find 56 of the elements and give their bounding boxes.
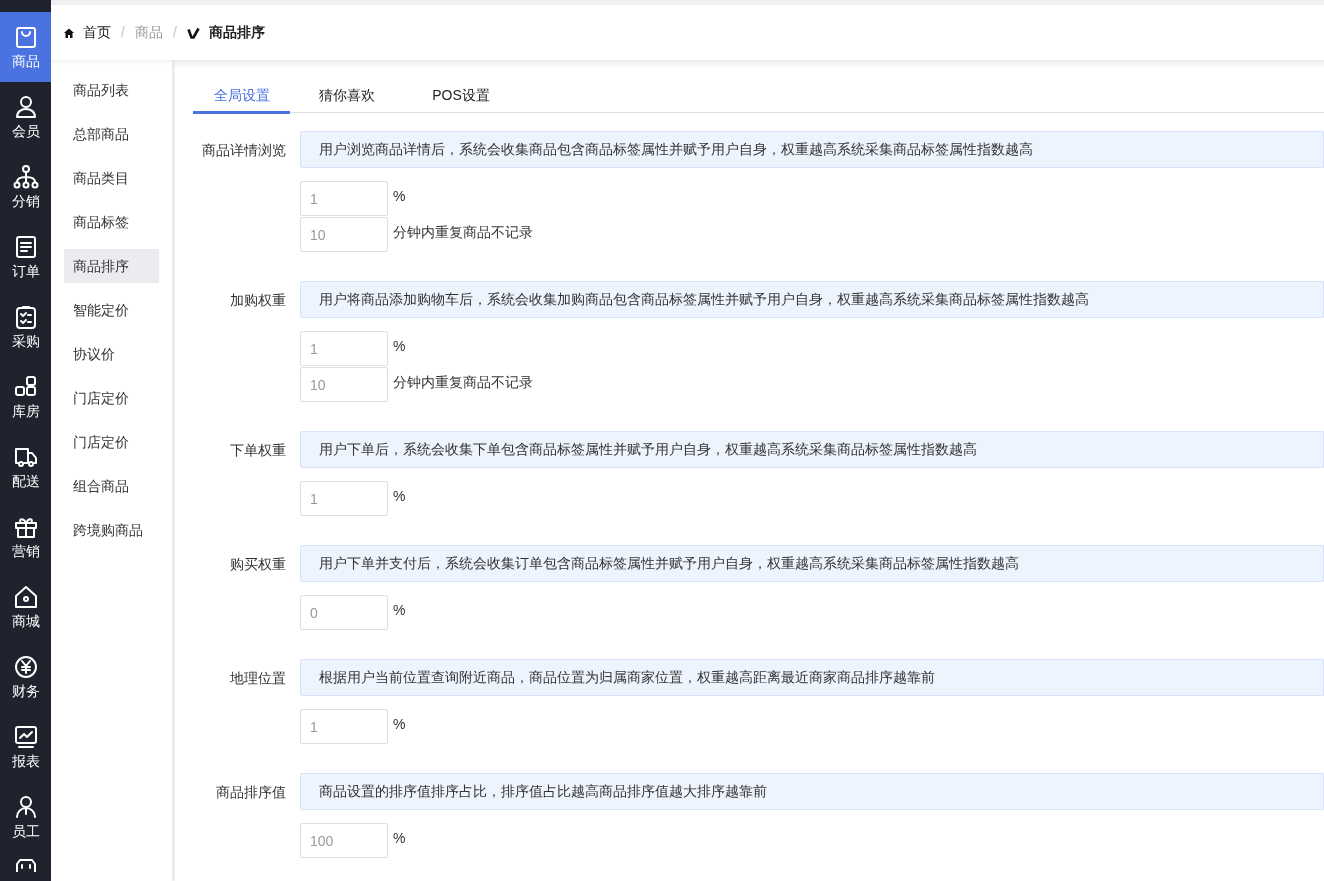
setting-label: 下单权重 — [229, 441, 287, 460]
unit-label: 分钟内重复商品不记录 — [393, 223, 533, 242]
nav-rail-item[interactable]: 员工 — [0, 782, 51, 852]
setting-label: 商品详情浏览 — [201, 141, 287, 160]
sub-nav-item[interactable]: 商品列表 — [64, 73, 159, 107]
unit-label: % — [393, 337, 406, 356]
nav-rail-item[interactable]: 商城 — [0, 572, 51, 642]
description-box: 用户将商品添加购物车后，系统会收集加购商品包含商品标签属性并赋予用户自身，权重越高系统采集商品标签属性指数越高 — [300, 281, 1324, 318]
tab[interactable]: 全局设置 — [193, 83, 290, 114]
unit-label: % — [393, 187, 406, 206]
home-icon — [63, 26, 75, 39]
nav-rail-item[interactable]: 财务 — [0, 642, 51, 712]
sub-nav-item[interactable]: 组合商品 — [64, 469, 159, 503]
breadcrumb-link[interactable]: 首页 — [83, 22, 111, 43]
breadcrumb-separator: / — [172, 23, 177, 42]
sub-nav-item[interactable]: 智能定价 — [64, 293, 159, 327]
nav-rail-item[interactable]: 采购 — [0, 292, 51, 362]
sub-nav-item[interactable]: 商品类目 — [64, 161, 159, 195]
nav-rail-item[interactable]: 会员 — [0, 82, 51, 152]
description-box: 根据用户当前位置查询附近商品，商品位置为归属商家位置，权重越高距离最近商家商品排序越靠前 — [300, 659, 1324, 696]
unit-label: % — [393, 715, 406, 734]
hierarchy-icon — [12, 164, 39, 190]
unit-label: % — [393, 601, 406, 620]
nav-rail-item[interactable]: 营销 — [0, 502, 51, 572]
setting-label: 地理位置 — [229, 669, 287, 688]
unit-label: % — [393, 829, 406, 848]
unit-label: 分钟内重复商品不记录 — [393, 373, 533, 392]
nav-rail-item[interactable]: 配送 — [0, 432, 51, 502]
setting-label: 加购权重 — [229, 291, 287, 310]
description-box: 商品设置的排序值排序占比，排序值占比越高商品排序值越大排序越靠前 — [300, 773, 1324, 810]
sub-nav-item[interactable]: 商品排序 — [64, 249, 159, 283]
setting-label: 购买权重 — [229, 555, 287, 574]
setting-label: 商品排序值 — [215, 783, 287, 802]
nav-rail-item[interactable]: 报表 — [0, 712, 51, 782]
description-box: 用户下单后，系统会收集下单包含商品标签属性并赋予用户自身，权重越高系统采集商品标签属性指数越高 — [300, 431, 1324, 468]
nav-rail-item[interactable]: 分销 — [0, 152, 51, 222]
breadcrumb-link[interactable]: 商品排序 — [208, 22, 265, 43]
sub-nav-item[interactable]: 协议价 — [64, 337, 159, 371]
chevron-icon — [186, 26, 201, 39]
sub-nav-item[interactable]: 商品标签 — [64, 205, 159, 239]
tab[interactable]: POS设置 — [404, 83, 518, 114]
sub-nav-item[interactable]: 总部商品 — [64, 117, 159, 151]
sub-nav-item[interactable]: 跨境购商品 — [64, 513, 159, 547]
unit-label: % — [393, 487, 406, 506]
house-icon — [12, 584, 39, 610]
description-box: 用户下单并支付后，系统会收集订单包含商品标签属性并赋予用户自身，权重越高系统采集商品标签属性指数越高 — [300, 545, 1324, 582]
nav-rail-item[interactable]: 库房 — [0, 362, 51, 432]
description-box: 用户浏览商品详情后，系统会收集商品包含商品标签属性并赋予用户自身，权重越高系统采集商品标签属性指数越高 — [300, 131, 1324, 168]
nav-rail-item[interactable]: 商品 — [0, 12, 51, 82]
tab[interactable]: 猜你喜欢 — [290, 83, 404, 114]
sub-nav-item[interactable]: 门店定价 — [64, 425, 159, 459]
line-chart-icon — [12, 724, 39, 750]
nav-rail-item[interactable]: 订单 — [0, 222, 51, 292]
breadcrumb-separator: / — [121, 23, 125, 42]
yen-icon — [12, 654, 39, 680]
sub-nav-item[interactable]: 门店定价 — [64, 381, 159, 415]
